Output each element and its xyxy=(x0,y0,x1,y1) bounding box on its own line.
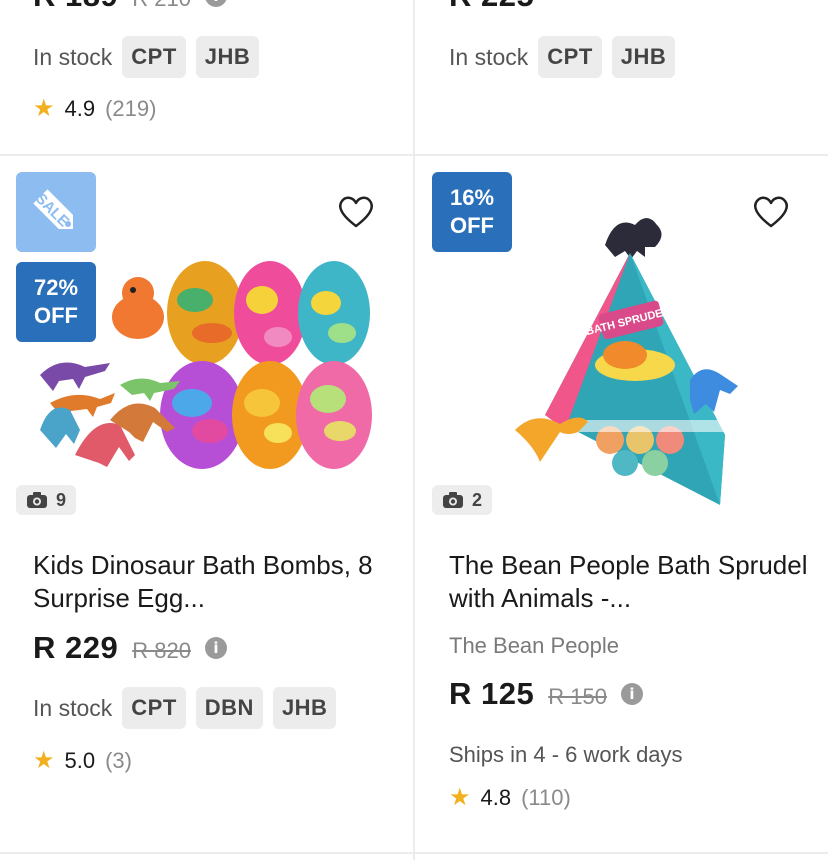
heart-icon[interactable] xyxy=(751,192,791,232)
photo-count-badge[interactable]: 2 xyxy=(432,485,493,515)
brand-name[interactable]: The Bean People xyxy=(449,633,619,659)
shipping-info: Ships in 4 - 6 work days xyxy=(449,742,683,767)
info-icon[interactable]: i xyxy=(204,637,227,659)
discount-badge: 72% OFF xyxy=(16,262,96,342)
sale-tag-icon: SALE xyxy=(16,172,96,252)
old-price: R 150 xyxy=(548,684,607,709)
review-count: (3) xyxy=(105,748,132,773)
rating-value: 5.0 xyxy=(64,748,96,773)
photo-count-badge[interactable]: 9 xyxy=(16,485,77,515)
column-divider xyxy=(413,0,415,860)
discount-off: OFF xyxy=(450,213,494,238)
rating-value: 4.8 xyxy=(480,785,512,810)
stock-tag-cpt: CPT xyxy=(122,36,186,78)
product-price: R 125 xyxy=(449,676,535,711)
discount-percent: 72% xyxy=(33,275,79,300)
row-divider xyxy=(0,852,828,854)
rating-row: ★ 4.8 (110) xyxy=(449,785,571,811)
rating-value: 4.9 xyxy=(64,96,96,121)
discount-off: OFF xyxy=(34,303,78,328)
product-price-row: R 229 R 820 i xyxy=(33,630,227,666)
product-price-row: R 225 xyxy=(449,0,534,14)
stock-label: In stock xyxy=(33,43,113,70)
info-icon[interactable]: i xyxy=(204,0,227,7)
stock-row: In stock CPT JHB xyxy=(449,36,676,78)
stock-row: In stock CPT DBN JHB xyxy=(33,687,337,729)
stock-label: In stock xyxy=(449,43,529,70)
discount-badge: 16% OFF xyxy=(432,172,512,252)
stock-tag-cpt: CPT xyxy=(122,687,186,729)
product-title[interactable]: The Bean People Bath Sprudel with Animal… xyxy=(449,549,809,615)
discount-percent: 16% xyxy=(449,185,495,210)
star-icon: ★ xyxy=(449,784,471,811)
stock-tag-cpt: CPT xyxy=(538,36,602,78)
rating-row: ★ 4.9 (219) xyxy=(33,96,156,122)
product-price: R 229 xyxy=(33,630,119,665)
star-icon: ★ xyxy=(33,747,55,774)
stock-label: In stock xyxy=(33,694,113,721)
camera-icon xyxy=(443,492,463,508)
rating-row: ★ 5.0 (3) xyxy=(33,748,132,774)
product-title[interactable]: Kids Dinosaur Bath Bombs, 8 Surprise Egg… xyxy=(33,549,393,615)
old-price: R 820 xyxy=(132,638,191,663)
stock-tag-jhb: JHB xyxy=(611,36,676,78)
photo-count: 2 xyxy=(472,489,483,510)
photo-count: 9 xyxy=(56,489,67,510)
product-image[interactable]: BATH SPRUDELS xyxy=(515,205,745,510)
product-price-row: R 125 R 150 i xyxy=(449,676,643,712)
product-price-row: R 189 R 210 i xyxy=(33,0,227,14)
stock-tag-jhb: JHB xyxy=(195,36,260,78)
row-divider xyxy=(0,154,828,156)
stock-tag-jhb: JHB xyxy=(272,687,337,729)
old-price: R 210 xyxy=(132,0,191,12)
camera-icon xyxy=(27,492,47,508)
product-price: R 225 xyxy=(449,0,534,14)
star-icon: ★ xyxy=(33,95,55,122)
stock-row: In stock CPT JHB xyxy=(33,36,260,78)
stock-tag-dbn: DBN xyxy=(195,687,263,729)
review-count: (110) xyxy=(521,785,571,810)
review-count: (219) xyxy=(105,96,157,121)
info-icon[interactable]: i xyxy=(620,683,643,705)
product-price: R 189 xyxy=(33,0,118,14)
heart-icon[interactable] xyxy=(336,192,376,232)
